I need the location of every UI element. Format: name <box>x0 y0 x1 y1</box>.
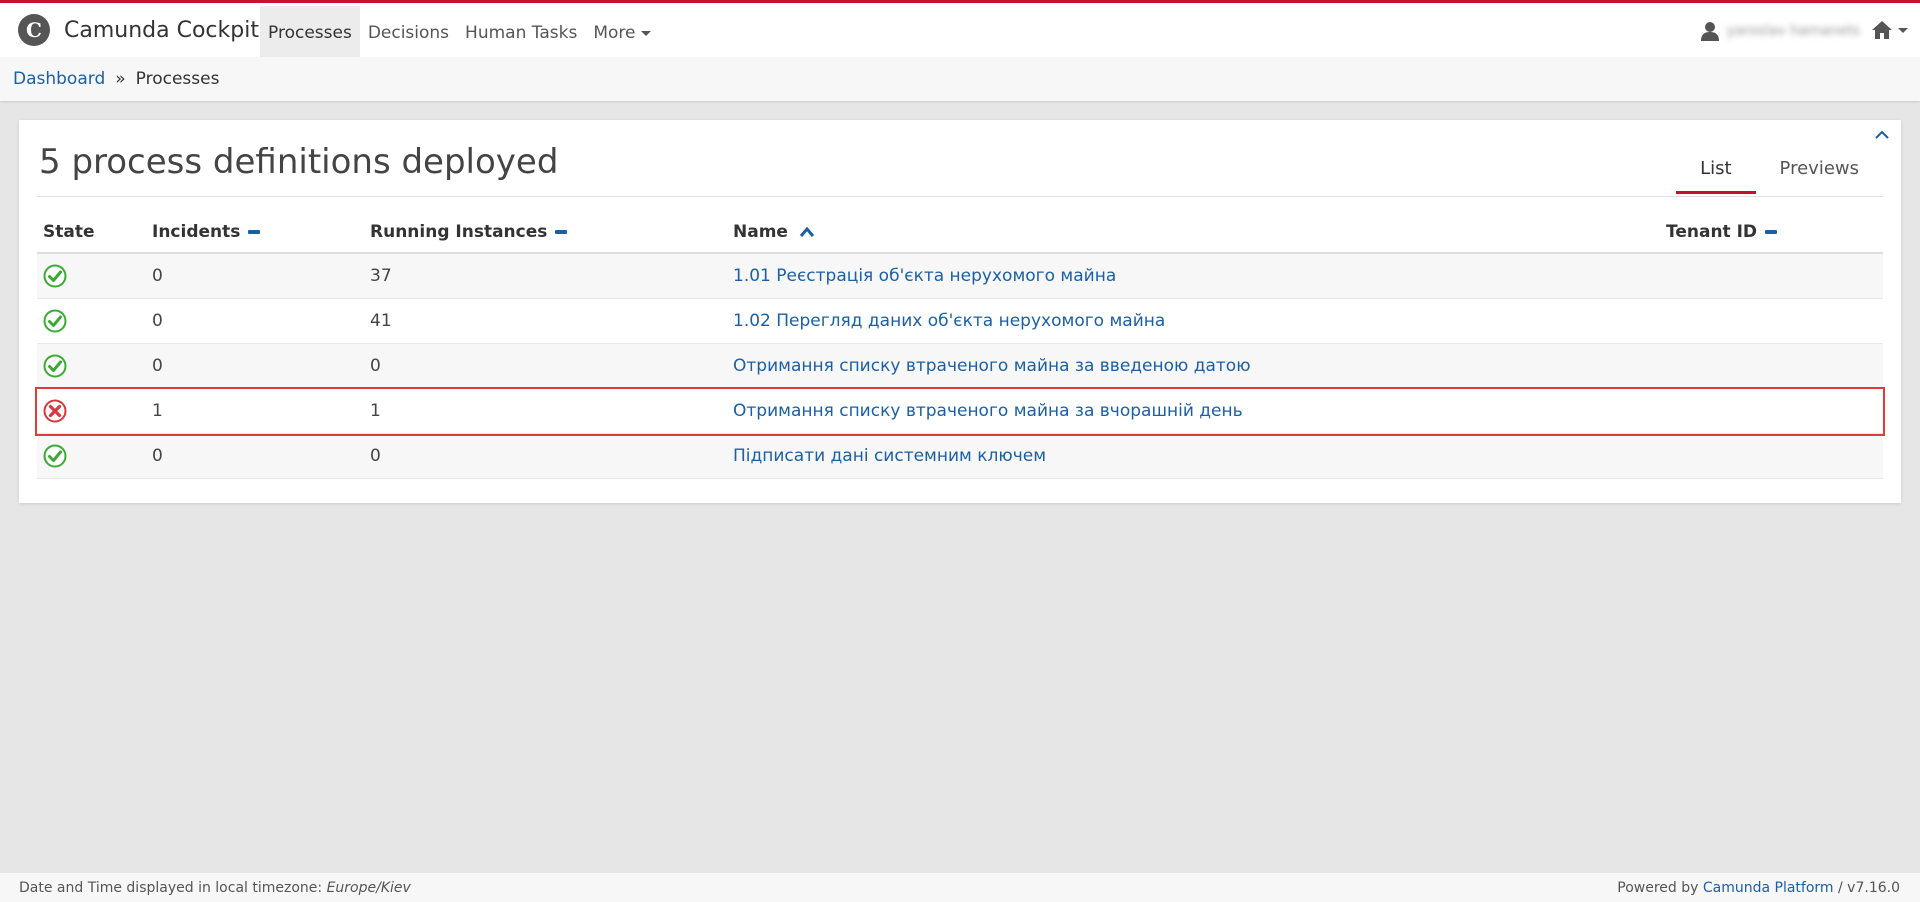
tab-list[interactable]: List <box>1676 148 1756 194</box>
table-row: 0 0 Отримання списку втраченого майна за… <box>37 344 1883 389</box>
timezone-note: Date and Time displayed in local timezon… <box>19 880 411 896</box>
table-row: 0 0 Підписати дані системним ключем <box>37 434 1883 479</box>
running-cell: 37 <box>370 266 392 286</box>
timezone-label: Date and Time displayed in local timezon… <box>19 880 323 896</box>
table-row-incident: 1 1 Отримання списку втраченого майна за… <box>35 387 1885 436</box>
header-running-label: Running Instances <box>370 222 548 242</box>
running-cell: 41 <box>370 311 392 331</box>
sort-none-icon[interactable] <box>555 230 568 234</box>
running-cell: 0 <box>370 446 381 466</box>
chevron-up-icon[interactable] <box>1875 130 1889 140</box>
state-cell <box>37 354 146 378</box>
divider <box>37 196 1883 197</box>
name-cell: Отримання списку втраченого майна за вве… <box>727 356 1660 376</box>
state-cell <box>37 444 146 468</box>
process-definitions-panel: 5 process definitions deployed List Prev… <box>19 120 1901 503</box>
name-cell: 1.02 Перегляд даних об'єкта нерухомого м… <box>727 311 1660 331</box>
camunda-logo-icon: C <box>18 14 50 46</box>
footer: Date and Time displayed in local timezon… <box>0 873 1920 902</box>
check-circle-icon <box>43 309 67 333</box>
user-icon <box>1700 22 1719 41</box>
main-nav: Processes Decisions Human Tasks More <box>260 6 659 60</box>
process-table: State Incidents Running Instances Name T… <box>35 212 1885 479</box>
header-incidents[interactable]: Incidents <box>146 222 364 242</box>
breadcrumb: Dashboard » Processes <box>0 57 1920 101</box>
user-name: yaroslav hamanets <box>1726 23 1860 39</box>
check-circle-icon <box>43 354 67 378</box>
sort-none-icon[interactable] <box>1765 230 1778 234</box>
view-tabs: List Previews <box>1676 148 1883 194</box>
brand[interactable]: C Camunda Cockpit <box>18 14 259 46</box>
table-header: State Incidents Running Instances Name T… <box>37 212 1883 254</box>
process-link[interactable]: 1.01 Реєстрація об'єкта нерухомого майна <box>733 266 1116 286</box>
breadcrumb-separator: » <box>115 69 126 89</box>
sort-none-icon[interactable] <box>248 230 261 234</box>
name-cell: Підписати дані системним ключем <box>727 446 1660 466</box>
check-circle-icon <box>43 444 67 468</box>
check-circle-icon <box>43 264 67 288</box>
timezone-value: Europe/Kiev <box>326 880 411 896</box>
caret-down-icon <box>1898 27 1908 33</box>
brand-name: Camunda Cockpit <box>64 17 259 43</box>
version-label: / v7.16.0 <box>1838 880 1900 896</box>
breadcrumb-current: Processes <box>135 69 220 89</box>
nav-more-label: More <box>593 23 636 43</box>
header-name[interactable]: Name <box>727 222 1660 242</box>
incidents-cell: 0 <box>152 356 163 376</box>
state-cell <box>37 264 146 288</box>
state-cell <box>37 309 146 333</box>
incidents-cell: 0 <box>152 311 163 331</box>
incidents-cell: 1 <box>152 401 163 421</box>
top-navbar: C Camunda Cockpit Processes Decisions Hu… <box>0 0 1920 60</box>
nav-decisions[interactable]: Decisions <box>360 6 457 60</box>
header-incidents-label: Incidents <box>152 222 241 242</box>
nav-human-tasks[interactable]: Human Tasks <box>457 6 585 60</box>
process-link[interactable]: 1.02 Перегляд даних об'єкта нерухомого м… <box>733 311 1165 331</box>
header-running[interactable]: Running Instances <box>364 222 727 242</box>
caret-down-icon <box>641 30 652 36</box>
table-row: 0 41 1.02 Перегляд даних об'єкта нерухом… <box>37 299 1883 344</box>
panel-title: 5 process definitions deployed <box>39 142 559 182</box>
name-cell: 1.01 Реєстрація об'єкта нерухомого майна <box>727 266 1660 286</box>
home-icon <box>1872 21 1892 39</box>
process-link[interactable]: Підписати дані системним ключем <box>733 446 1046 466</box>
camunda-platform-link[interactable]: Camunda Platform <box>1703 880 1834 896</box>
running-cell: 0 <box>370 356 381 376</box>
nav-more[interactable]: More <box>585 6 659 60</box>
breadcrumb-dashboard[interactable]: Dashboard <box>13 69 105 89</box>
tab-previews[interactable]: Previews <box>1756 148 1883 194</box>
user-menu[interactable]: yaroslav hamanets <box>1700 21 1860 41</box>
sort-ascending-icon[interactable] <box>799 227 814 237</box>
nav-processes[interactable]: Processes <box>260 6 360 60</box>
incidents-cell: 0 <box>152 266 163 286</box>
process-link[interactable]: Отримання списку втраченого майна за вчо… <box>733 401 1243 421</box>
running-cell: 1 <box>370 401 381 421</box>
header-tenant[interactable]: Tenant ID <box>1660 222 1883 242</box>
header-state: State <box>43 222 95 242</box>
home-menu[interactable] <box>1872 21 1908 39</box>
header-tenant-label: Tenant ID <box>1666 222 1758 242</box>
header-name-label: Name <box>733 222 788 242</box>
state-cell <box>37 399 146 423</box>
incidents-cell: 0 <box>152 446 163 466</box>
powered-by-label: Powered by <box>1617 880 1699 896</box>
powered-by: Powered by Camunda Platform / v7.16.0 <box>1617 880 1900 896</box>
x-circle-icon <box>43 399 67 423</box>
name-cell: Отримання списку втраченого майна за вчо… <box>727 401 1660 421</box>
table-row: 0 37 1.01 Реєстрація об'єкта нерухомого … <box>37 254 1883 299</box>
process-link[interactable]: Отримання списку втраченого майна за вве… <box>733 356 1251 376</box>
